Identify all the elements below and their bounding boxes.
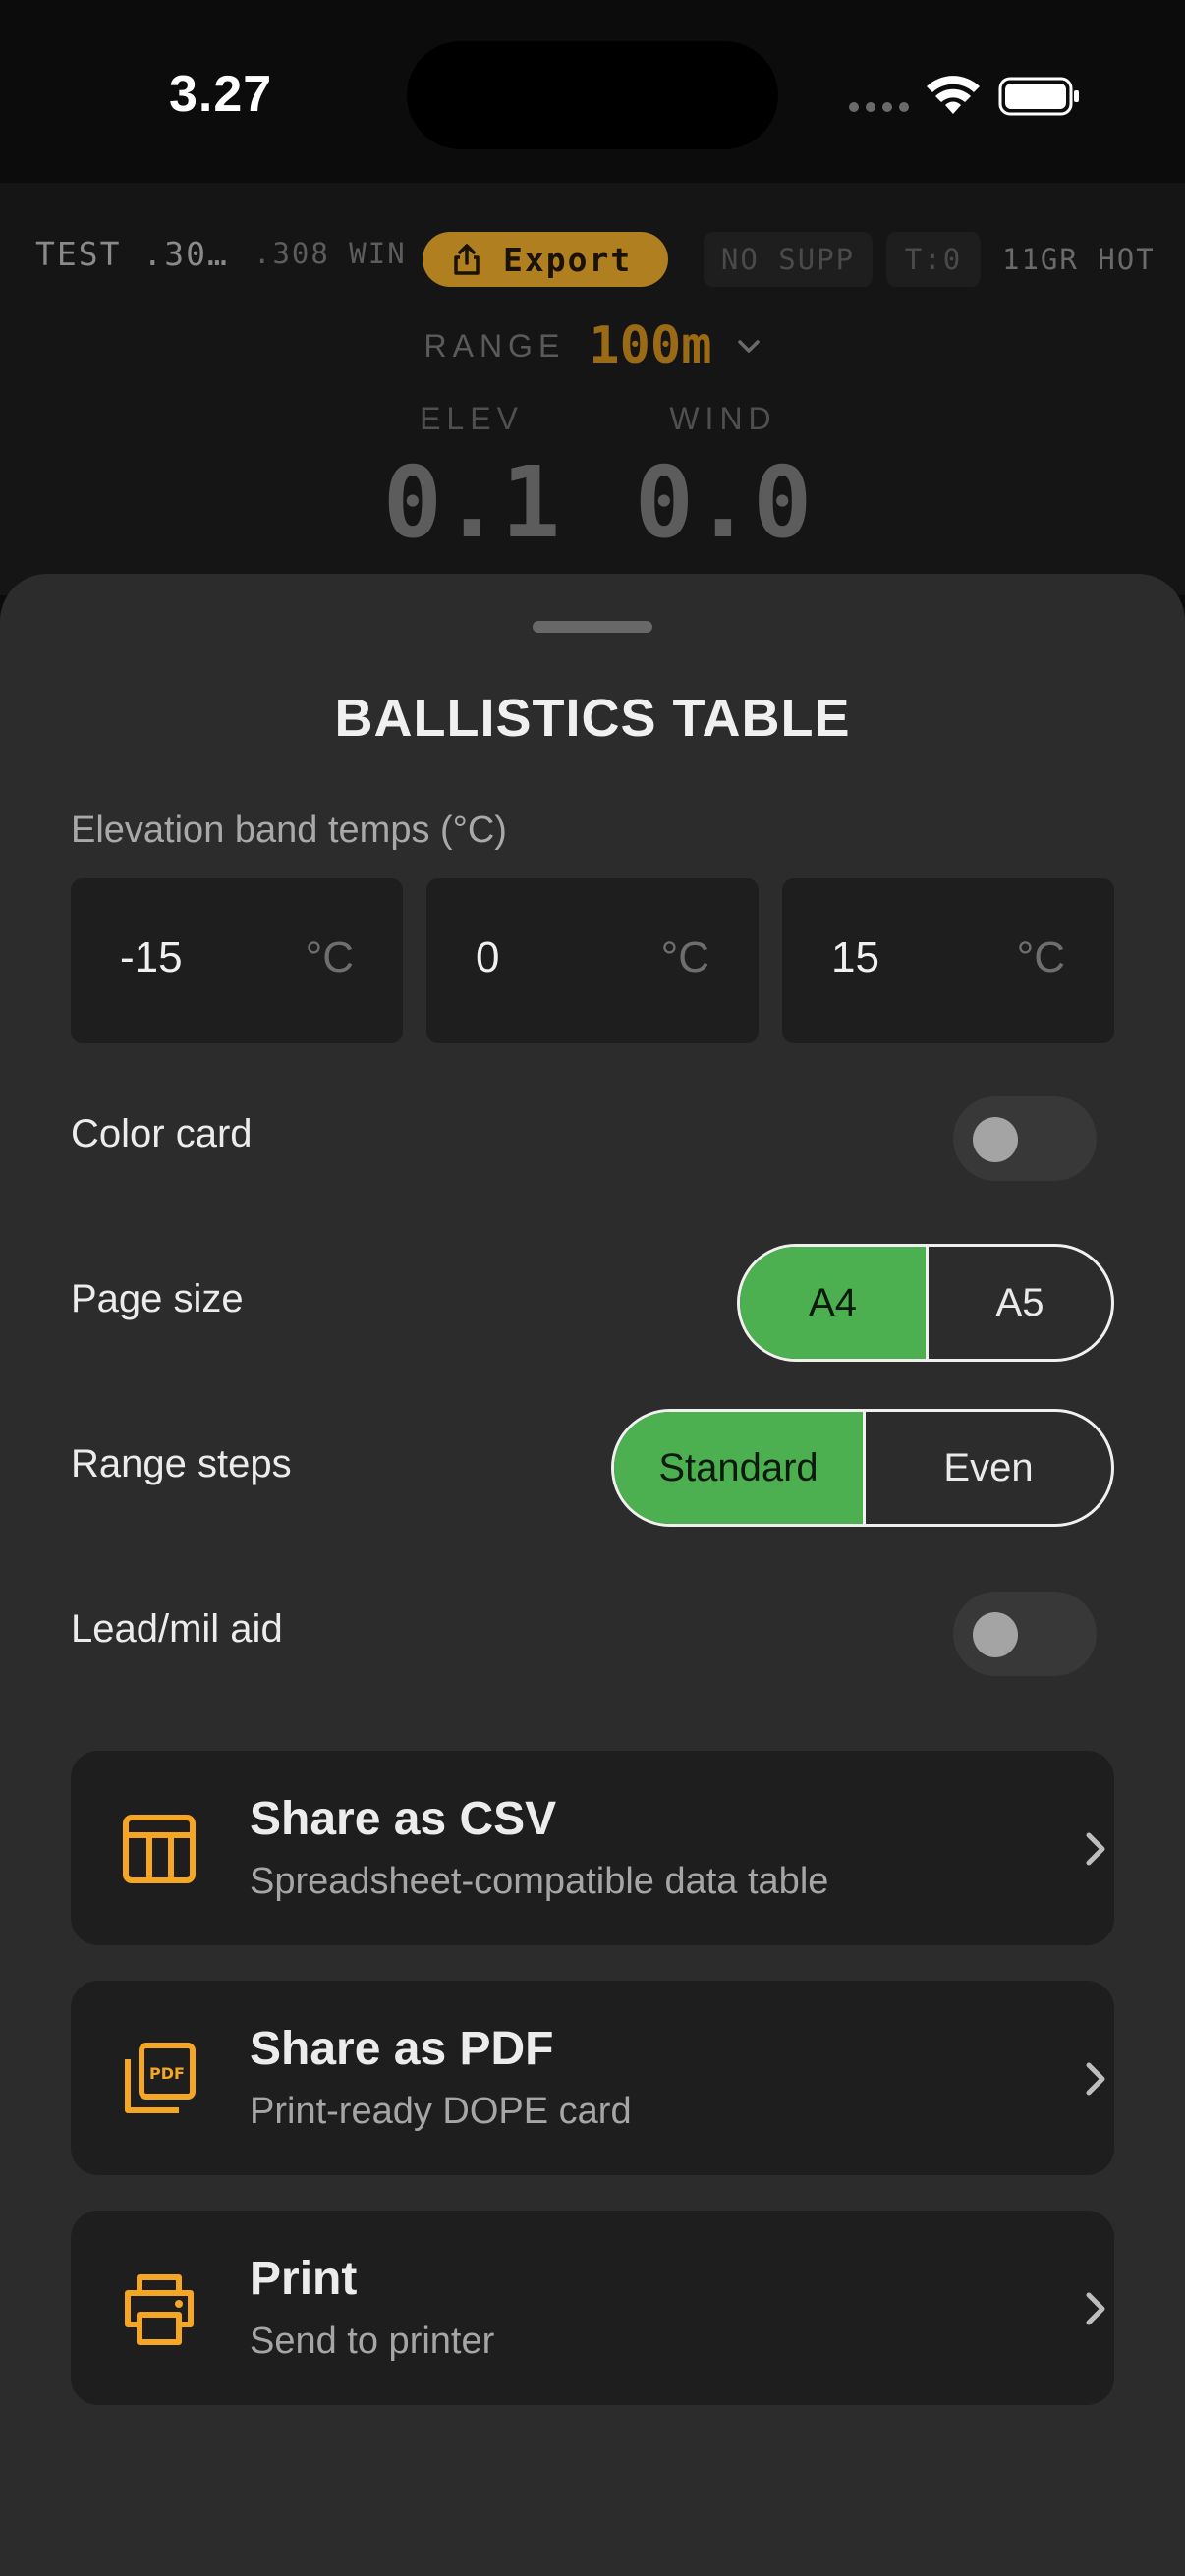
- svg-text:PDF: PDF: [149, 2064, 185, 2083]
- export-label: Export: [503, 240, 633, 279]
- ballistics-table-sheet: BALLISTICS TABLE Elevation band temps (°…: [0, 574, 1185, 2576]
- action-subtitle: Send to printer: [250, 2321, 495, 2362]
- pdf-icon: PDF: [125, 2043, 196, 2113]
- range-steps-standard[interactable]: Standard: [614, 1412, 863, 1524]
- elev-label: ELEV: [420, 401, 524, 436]
- wind-value: 0.0: [634, 445, 813, 560]
- range-steps-label: Range steps: [71, 1442, 292, 1485]
- chevron-right-icon: [1086, 2062, 1105, 2096]
- screen: 3.27 TEST .30… .308 WIN Export NO SUPP T…: [0, 0, 1185, 2576]
- lead-mil-label: Lead/mil aid: [71, 1607, 283, 1651]
- battery-icon: [998, 77, 1079, 116]
- temp-unit: °C: [305, 933, 354, 981]
- temp-value: 15: [831, 933, 879, 981]
- export-button[interactable]: Export: [423, 232, 668, 287]
- share-icon: [454, 244, 480, 275]
- temp-chip[interactable]: T:0: [886, 232, 981, 287]
- suppressor-chip[interactable]: NO SUPP: [704, 232, 873, 287]
- page-size-a5[interactable]: A5: [929, 1247, 1111, 1359]
- page-size-label: Page size: [71, 1277, 244, 1320]
- action-subtitle: Spreadsheet-compatible data table: [250, 1861, 829, 1902]
- dynamic-island: [407, 41, 778, 149]
- action-title: Print: [250, 2253, 358, 2305]
- ammo-label: .308 WIN: [254, 237, 407, 270]
- temp-field-mid[interactable]: 0 °C: [426, 878, 759, 1043]
- elev-readout: ELEV 0.1: [373, 401, 570, 560]
- temp-value: -15: [120, 933, 183, 981]
- toggle-knob: [973, 1612, 1018, 1657]
- page-size-a4[interactable]: A4: [740, 1247, 926, 1359]
- wind-label: WIND: [669, 401, 777, 436]
- elev-value: 0.1: [382, 445, 561, 560]
- temp-unit: °C: [660, 933, 709, 981]
- status-bar: 3.27: [0, 0, 1185, 183]
- range-steps-even[interactable]: Even: [866, 1412, 1111, 1524]
- profile-name[interactable]: TEST .30…: [35, 235, 229, 273]
- temp-value: 0: [476, 933, 500, 981]
- temp-field-high[interactable]: 15 °C: [782, 878, 1114, 1043]
- printer-icon: [125, 2274, 194, 2345]
- table-icon: [123, 1815, 196, 1883]
- share-pdf-button[interactable]: PDF Share as PDF Print-ready DOPE card: [71, 1981, 1114, 2175]
- status-time: 3.27: [169, 66, 273, 123]
- range-steps-segmented: Standard Even: [611, 1409, 1114, 1527]
- temp-field-low[interactable]: -15 °C: [71, 878, 403, 1043]
- share-csv-button[interactable]: Share as CSV Spreadsheet-compatible data…: [71, 1751, 1114, 1945]
- load-label: 11GR HOT: [1002, 243, 1156, 276]
- chevron-right-icon: [1086, 1832, 1105, 1866]
- action-title: Share as CSV: [250, 1793, 557, 1845]
- range-selector[interactable]: RANGE 100m: [0, 316, 1185, 375]
- color-card-label: Color card: [71, 1112, 253, 1155]
- sheet-grabber[interactable]: [533, 621, 652, 633]
- color-card-toggle[interactable]: [953, 1096, 1097, 1181]
- lead-mil-toggle[interactable]: [953, 1592, 1097, 1676]
- page-size-segmented: A4 A5: [737, 1244, 1114, 1362]
- range-label: RANGE: [423, 327, 566, 364]
- action-title: Share as PDF: [250, 2023, 554, 2075]
- chevron-right-icon: [1086, 2292, 1105, 2325]
- range-value: 100m: [589, 316, 712, 375]
- cellular-signal-icon: [849, 102, 909, 112]
- main-screen-background: TEST .30… .308 WIN Export NO SUPP T:0 11…: [0, 183, 1185, 595]
- temp-unit: °C: [1016, 933, 1065, 981]
- print-button[interactable]: Print Send to printer: [71, 2211, 1114, 2405]
- elevation-band-label: Elevation band temps (°C): [71, 810, 507, 851]
- wifi-icon: [927, 76, 980, 114]
- action-subtitle: Print-ready DOPE card: [250, 2091, 632, 2132]
- wind-readout: WIND 0.0: [625, 401, 821, 560]
- top-toolbar: TEST .30… .308 WIN Export NO SUPP T:0 11…: [0, 206, 1185, 301]
- sheet-title: BALLISTICS TABLE: [334, 689, 851, 748]
- chevron-down-icon: [737, 340, 760, 353]
- toggle-knob: [973, 1117, 1018, 1162]
